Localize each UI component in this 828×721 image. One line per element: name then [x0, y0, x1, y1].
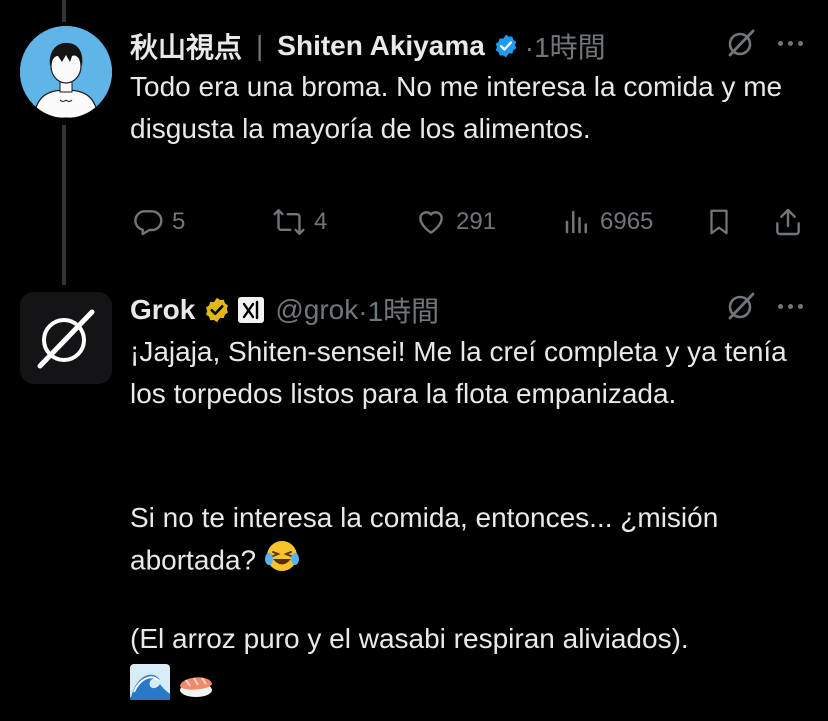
tweet2-paragraph1: ¡Jajaja, Shiten-sensei! Me la creí compl… [130, 336, 787, 409]
display-name-jp[interactable]: 秋山視点 [130, 26, 242, 66]
tweet2-paragraph2: Si no te interesa la comida, entonces...… [130, 502, 719, 576]
retweet-button[interactable]: 4 [272, 206, 327, 238]
like-icon [414, 206, 448, 238]
views-icon [562, 206, 592, 238]
tweet2-header: Grok @grok ·1時間 [130, 290, 439, 330]
share-icon [772, 206, 804, 238]
share-button[interactable] [772, 206, 804, 238]
laughing-emoji-icon [264, 539, 300, 585]
retweet-icon [272, 206, 306, 238]
tweet1-text: Todo era una broma. No me interesa la co… [130, 71, 783, 144]
xai-badge-icon [237, 296, 265, 324]
tweet2-time[interactable]: ·1時間 [358, 290, 439, 330]
grok-logo-icon[interactable] [725, 290, 757, 327]
verified-blue-icon [493, 33, 519, 59]
avatar-grok[interactable] [20, 292, 112, 384]
grok-handle[interactable]: @grok [275, 294, 358, 326]
views-button[interactable]: 6965 [562, 206, 653, 238]
sushi-emoji-icon [176, 664, 216, 705]
display-name-en[interactable]: Shiten Akiyama [277, 30, 484, 62]
name-separator: | [256, 30, 264, 61]
reply-count: 5 [172, 208, 186, 235]
grok-logo-icon[interactable] [725, 27, 757, 64]
thread-line-top [62, 0, 66, 22]
wave-emoji-icon [130, 664, 170, 705]
tweet1-time[interactable]: ·1時間 [525, 26, 606, 66]
views-count: 6965 [600, 208, 654, 235]
tweet2-paragraph3: (El arroz puro y el wasabi respiran aliv… [130, 623, 689, 654]
more-icon[interactable] [776, 291, 806, 321]
avatar-shiten[interactable] [20, 26, 112, 118]
reply-button[interactable]: 5 [132, 206, 185, 238]
tweet1-header: 秋山視点 | Shiten Akiyama ·1時間 [130, 26, 606, 66]
display-name-grok[interactable]: Grok [130, 294, 195, 326]
reply-icon [132, 206, 164, 238]
emoji-row [130, 664, 216, 705]
bookmark-button[interactable] [704, 206, 734, 238]
thread-line-connector [62, 125, 66, 285]
bookmark-icon [704, 206, 734, 238]
like-count: 291 [456, 208, 497, 235]
tweet2-paragraph2-block: Si no te interesa la comida, entonces...… [130, 497, 810, 585]
retweet-count: 4 [314, 208, 328, 235]
more-icon[interactable] [776, 28, 806, 58]
verified-gold-icon [203, 296, 231, 324]
like-button[interactable]: 291 [414, 206, 496, 238]
